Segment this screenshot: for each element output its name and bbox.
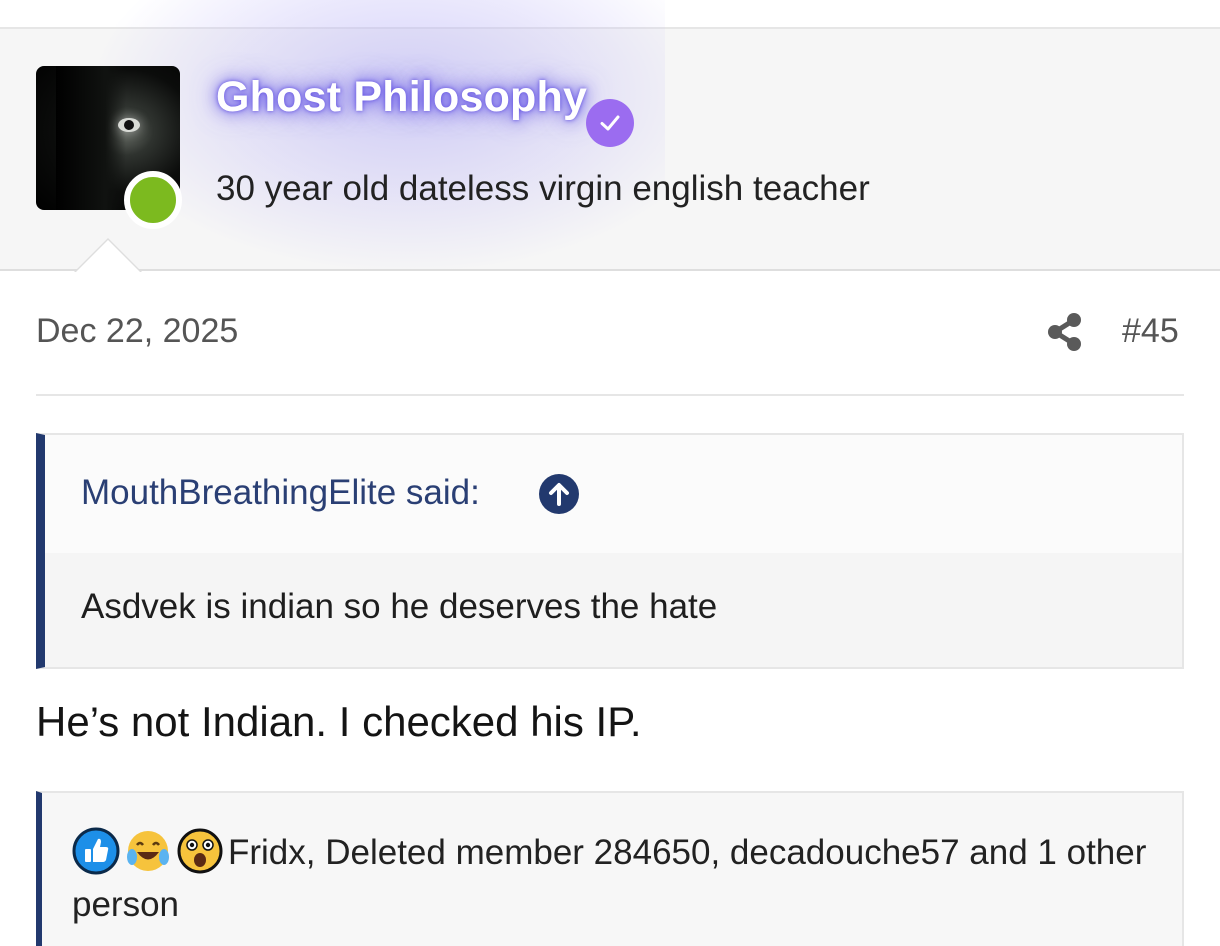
post-number-link[interactable]: #45 xyxy=(1122,312,1179,351)
verified-check-icon xyxy=(586,99,634,147)
like-icon xyxy=(72,827,120,875)
username-glow-effect xyxy=(95,0,665,270)
quote-header: MouthBreathingElite said: xyxy=(45,435,1182,553)
username-link[interactable]: Ghost Philosophy xyxy=(216,73,587,122)
avatar-eye-shape xyxy=(118,118,140,132)
share-icon[interactable] xyxy=(1046,312,1084,352)
arrow-up-circle-icon[interactable] xyxy=(539,474,579,514)
post-user-header: Ghost Philosophy 30 year old dateless vi… xyxy=(0,0,1220,272)
meta-divider xyxy=(36,394,1184,396)
reactions-bar[interactable]: Fridx, Deleted member 284650, decadouche… xyxy=(36,791,1184,946)
wow-icon xyxy=(176,827,224,875)
quote-block: MouthBreathingElite said: Asdvek is indi… xyxy=(36,433,1184,669)
user-title: 30 year old dateless virgin english teac… xyxy=(216,169,870,208)
avatar-hair-shape xyxy=(56,66,126,210)
post-date[interactable]: Dec 22, 2025 xyxy=(36,312,238,351)
checkmark-glyph xyxy=(600,115,620,131)
reactions-line: Fridx, Deleted member 284650, decadouche… xyxy=(72,827,1172,931)
quote-author-link[interactable]: MouthBreathingElite said: xyxy=(81,473,480,513)
reactions-summary[interactable]: Fridx, Deleted member 284650, decadouche… xyxy=(72,833,1146,924)
quote-text: Asdvek is indian so he deserves the hate xyxy=(81,587,718,626)
user-header-pointer xyxy=(74,238,142,272)
post-message: He’s not Indian. I checked his IP. xyxy=(36,698,642,745)
quote-content: Asdvek is indian so he deserves the hate xyxy=(45,553,1182,667)
online-status-indicator xyxy=(124,171,182,229)
laughing-crying-icon xyxy=(124,827,172,875)
